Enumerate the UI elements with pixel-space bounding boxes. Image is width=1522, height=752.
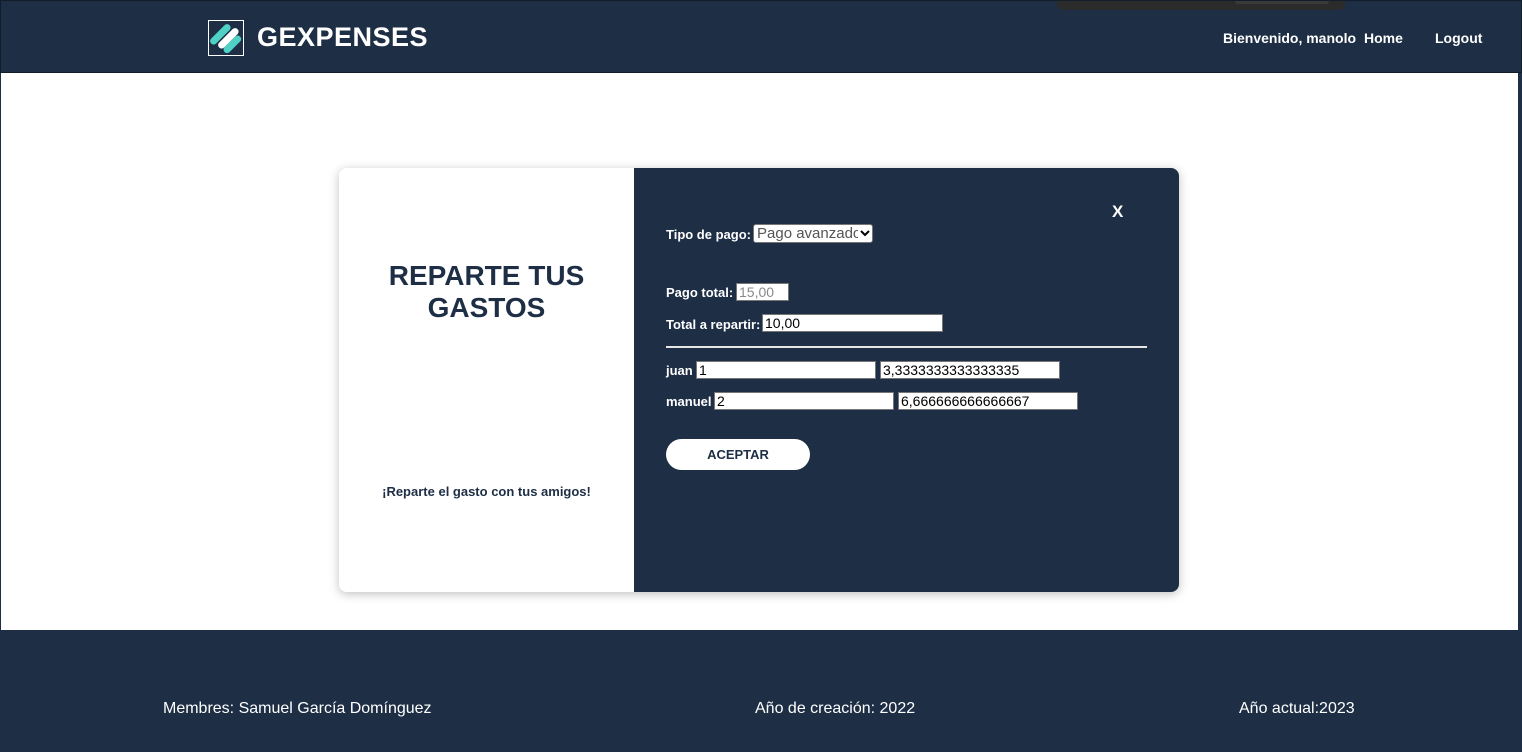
form-divider xyxy=(666,346,1147,348)
modal-title: REPARTE TUS GASTOS xyxy=(339,260,634,324)
split-total-field[interactable]: 10,00 xyxy=(762,314,943,332)
modal-form-panel: X Tipo de pago: Pago avanzado Pago total… xyxy=(634,168,1179,592)
top-navbar: GEXPENSES Bienvenido, manolo Home Logout xyxy=(0,0,1522,73)
modal-title-line2: GASTOS xyxy=(427,292,546,323)
modal-info-panel: REPARTE TUS GASTOS ¡Reparte el gasto con… xyxy=(339,168,634,592)
welcome-text: Bienvenido, manolo xyxy=(1223,30,1357,46)
accept-button[interactable]: ACEPTAR xyxy=(666,439,810,470)
member-amount-field[interactable]: 6,666666666666667 xyxy=(898,392,1078,410)
footer-current-year: Año actual:2023 xyxy=(1239,700,1355,717)
modal-title-line1: REPARTE TUS xyxy=(388,260,585,291)
member-name: manuel xyxy=(666,394,712,409)
modal-tagline: ¡Reparte el gasto con tus amigos! xyxy=(382,484,591,499)
split-total-label: Total a repartir: xyxy=(666,317,761,332)
brand-name[interactable]: GEXPENSES xyxy=(257,22,428,53)
member-share-field[interactable]: 2 xyxy=(714,392,894,410)
member-share-field[interactable]: 1 xyxy=(696,361,876,379)
browser-overlay-bar xyxy=(1057,1,1345,10)
chevron-down-icon xyxy=(858,225,870,242)
close-button[interactable]: X xyxy=(1112,202,1123,222)
page-edge xyxy=(1518,73,1522,630)
nav-home-link[interactable]: Home xyxy=(1364,30,1403,46)
payment-type-value: Pago avanzado xyxy=(757,225,862,242)
total-payment-label: Pago total: xyxy=(666,285,734,300)
nav-logout-link[interactable]: Logout xyxy=(1435,30,1482,46)
total-payment-field[interactable]: 15,00 xyxy=(736,283,789,301)
footer-created-year: Año de creación: 2022 xyxy=(755,700,916,717)
member-amount-field[interactable]: 3,3333333333333335 xyxy=(880,361,1060,379)
split-expense-modal: REPARTE TUS GASTOS ¡Reparte el gasto con… xyxy=(339,168,1179,592)
gexpenses-logo-icon[interactable] xyxy=(208,20,244,56)
member-name: juan xyxy=(666,363,693,378)
footer-members: Membres: Samuel García Domínguez xyxy=(163,700,432,717)
payment-type-select[interactable]: Pago avanzado xyxy=(753,224,873,243)
payment-type-label: Tipo de pago: xyxy=(666,227,751,242)
